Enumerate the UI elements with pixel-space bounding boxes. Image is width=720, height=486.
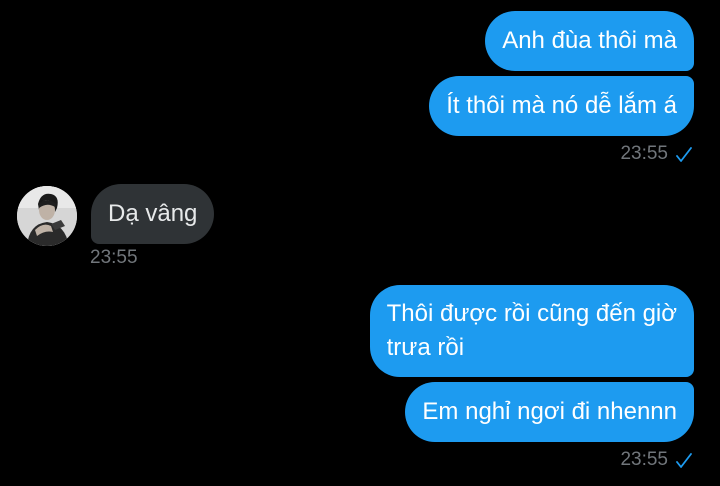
message-timestamp: 23:55 — [620, 449, 668, 470]
avatar-image — [17, 186, 77, 246]
message-text: Anh đùa thôi mà — [502, 27, 677, 54]
message-text-line: Thôi được rồi cũng đến giờ — [386, 300, 677, 327]
outgoing-message-bubble[interactable]: Thôi được rồi cũng đến giờ trưa rồi — [369, 285, 694, 377]
check-icon — [676, 453, 692, 468]
outgoing-message-bubble[interactable]: Ít thôi mà nó dễ lắm á — [429, 76, 694, 136]
outgoing-message-bubble[interactable]: Em nghỉ ngơi đi nhennn — [405, 382, 694, 442]
outgoing-message-bubble[interactable]: Anh đùa thôi mà — [485, 11, 694, 71]
message-text: Em nghỉ ngơi đi nhennn — [422, 398, 677, 425]
message-text: Ít thôi mà nó dễ lắm á — [446, 92, 677, 119]
message-text-line: trưa rồi — [386, 334, 465, 361]
message-timestamp: 23:55 — [620, 143, 668, 164]
chat-screen: { "colors": { "background": "#000000", "… — [0, 0, 720, 486]
contact-avatar[interactable] — [17, 186, 77, 246]
incoming-message-bubble[interactable]: Dạ vâng — [91, 184, 215, 244]
message-text: Dạ vâng — [108, 200, 198, 227]
message-timestamp: 23:55 — [90, 247, 138, 268]
check-icon — [676, 147, 692, 162]
